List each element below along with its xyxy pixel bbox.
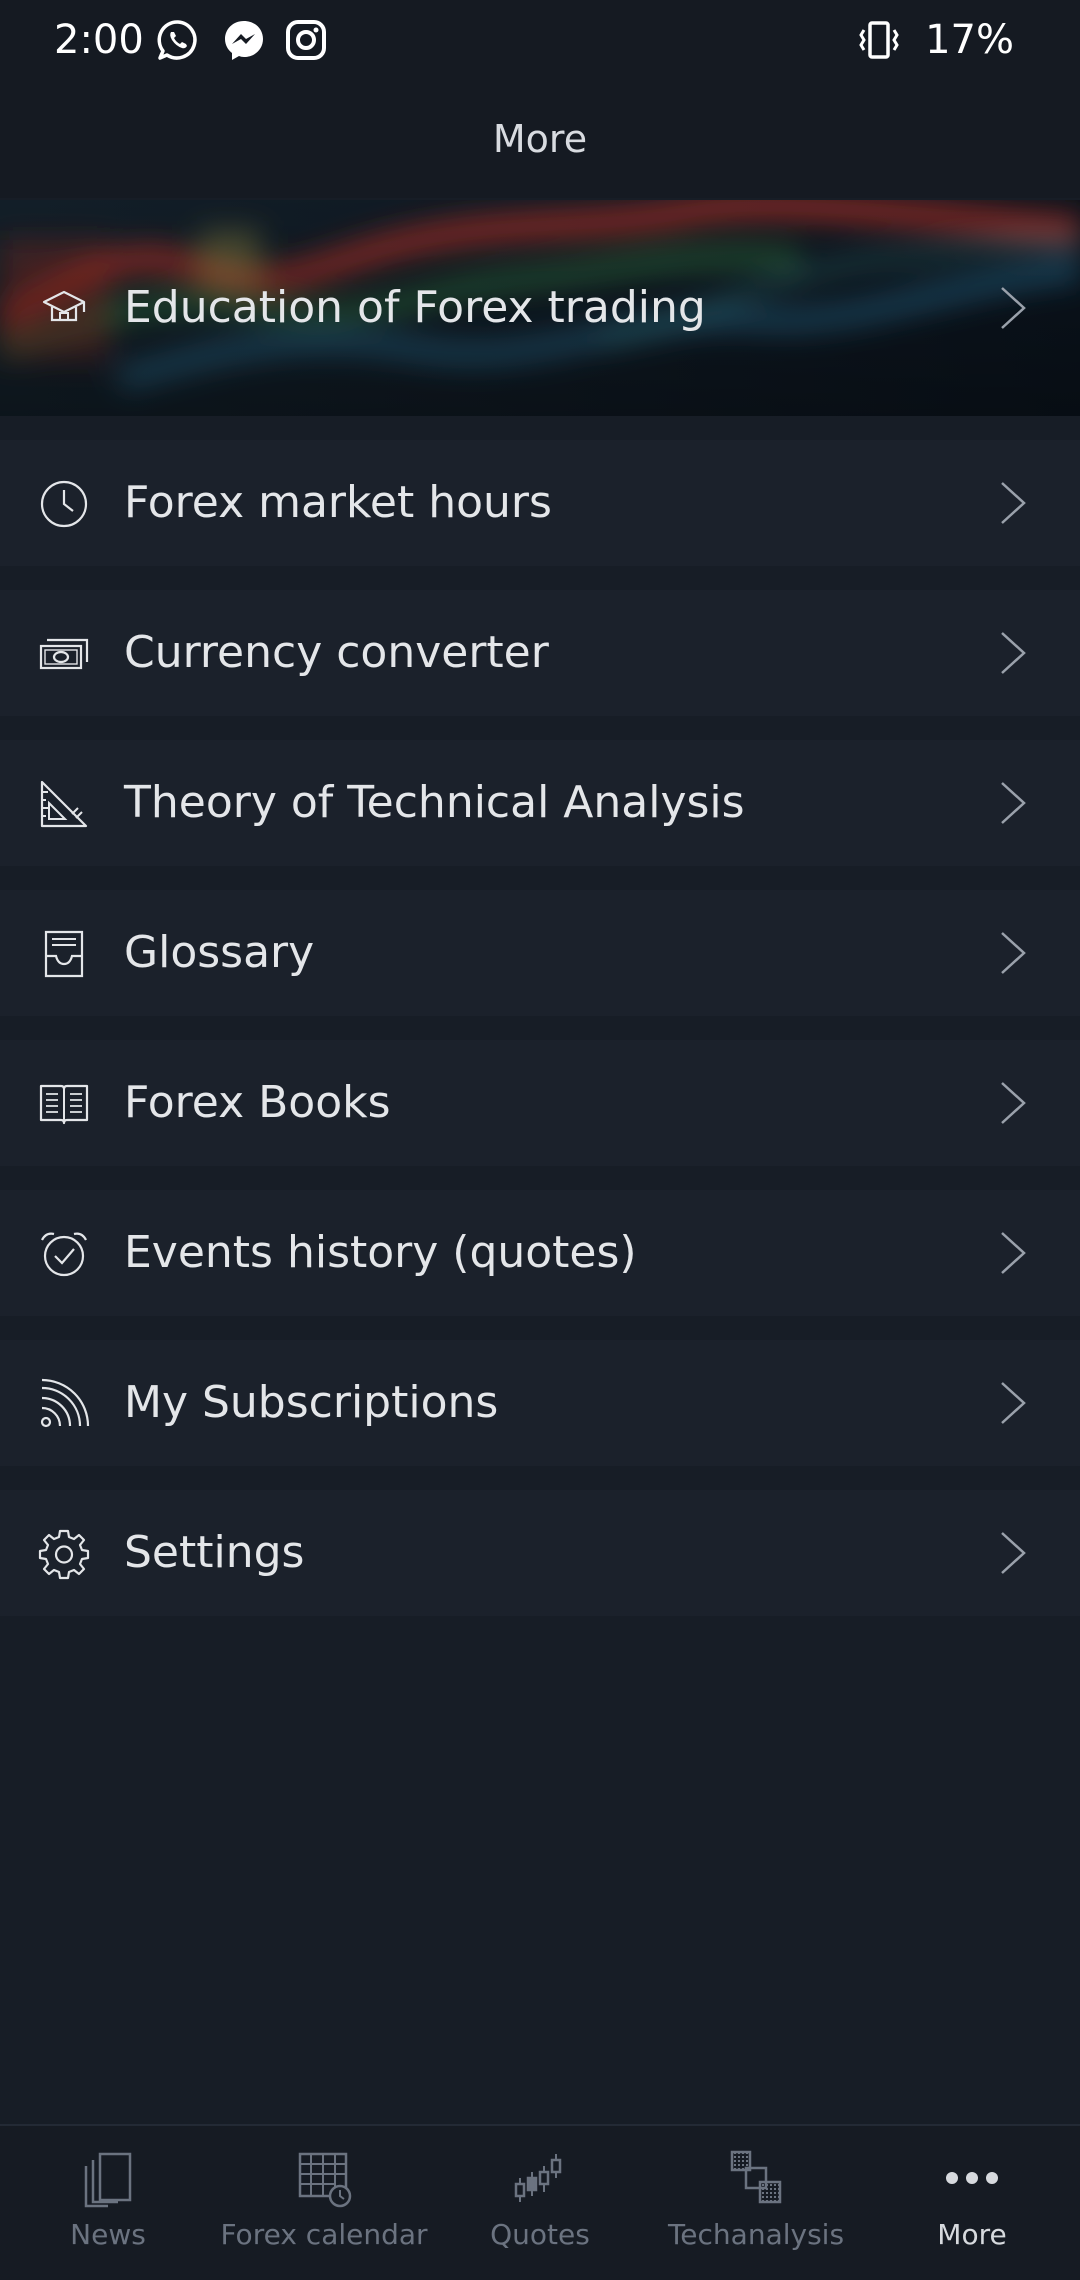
- news-pages-icon: [84, 2152, 132, 2208]
- nav-tab-news[interactable]: News: [0, 2126, 216, 2280]
- chevron-right-icon: [1001, 1082, 1026, 1124]
- chevron-right-icon: [1001, 482, 1026, 524]
- status-right: 17%: [857, 14, 1014, 66]
- nav-tab-more[interactable]: More: [864, 2126, 1080, 2280]
- app-header: More: [0, 80, 1080, 198]
- menu-item-label: Events history (quotes): [124, 1227, 637, 1278]
- chevron-right-icon: [1001, 287, 1026, 329]
- nav-label: Techanalysis: [667, 2218, 845, 2251]
- menu-item-label: Settings: [124, 1527, 305, 1578]
- chevron-right-icon: [1001, 1382, 1026, 1424]
- menu-item-label: Education of Forex trading: [124, 282, 706, 333]
- menu-item-label: Forex market hours: [124, 477, 552, 528]
- menu-item-glossary[interactable]: Glossary: [0, 890, 1080, 1016]
- nav-label: Forex calendar: [220, 2218, 428, 2251]
- vibrate-icon: [859, 21, 899, 59]
- clock-icon: [40, 480, 88, 528]
- menu-item-my-subscriptions[interactable]: My Subscriptions: [0, 1340, 1080, 1466]
- nav-label: More: [937, 2218, 1007, 2251]
- alarm-clock-icon: [41, 1232, 87, 1277]
- menu-item-forex-books[interactable]: Forex Books: [0, 1040, 1080, 1166]
- banknote-icon: [39, 638, 89, 670]
- graduation-cap-icon: [42, 290, 86, 322]
- instagram-icon: [286, 20, 326, 60]
- menu-item-label: My Subscriptions: [124, 1377, 499, 1428]
- candlestick-icon: [514, 2154, 562, 2202]
- chevron-right-icon: [1001, 932, 1026, 974]
- set-square-icon: [40, 780, 88, 828]
- chevron-right-icon: [1001, 1232, 1026, 1274]
- nav-label: Quotes: [490, 2218, 590, 2251]
- menu-item-currency-converter[interactable]: Currency converter: [0, 590, 1080, 716]
- menu-item-label: Theory of Technical Analysis: [124, 777, 745, 828]
- rss-feed-icon: [40, 1378, 90, 1428]
- nav-tab-techanalysis[interactable]: Techanalysis: [648, 2126, 864, 2280]
- messenger-icon: [225, 21, 263, 60]
- bottom-navigation: News Forex calendar Quotes Techanalysis …: [0, 2124, 1080, 2280]
- open-book-icon: [39, 1084, 89, 1125]
- nav-label: News: [70, 2218, 146, 2251]
- gear-icon: [38, 1529, 90, 1580]
- page-title: More: [492, 117, 588, 161]
- menu-item-label: Forex Books: [124, 1077, 391, 1128]
- menu-item-forex-market-hours[interactable]: Forex market hours: [0, 440, 1080, 566]
- more-dots-icon: [946, 2172, 998, 2184]
- menu-item-theory-technical-analysis[interactable]: Theory of Technical Analysis: [0, 740, 1080, 866]
- status-time: 2:00: [54, 17, 144, 63]
- menu-item-events-history[interactable]: Events history (quotes): [0, 1190, 1080, 1316]
- menu-item-education[interactable]: Education of Forex trading: [0, 200, 1080, 416]
- inbox-tray-icon: [44, 930, 84, 978]
- calendar-grid-icon: [298, 2152, 352, 2208]
- menu-item-settings[interactable]: Settings: [0, 1490, 1080, 1616]
- status-bar: 2:00 17%: [0, 0, 1080, 80]
- whatsapp-icon: [157, 20, 197, 60]
- battery-percentage: 17%: [925, 17, 1014, 63]
- chevron-right-icon: [1001, 632, 1026, 674]
- analysis-blocks-icon: [730, 2150, 782, 2204]
- nav-tab-quotes[interactable]: Quotes: [432, 2126, 648, 2280]
- nav-tab-forex-calendar[interactable]: Forex calendar: [216, 2126, 432, 2280]
- chevron-right-icon: [1001, 782, 1026, 824]
- menu-item-label: Glossary: [124, 927, 315, 978]
- menu-item-label: Currency converter: [124, 627, 549, 678]
- chevron-right-icon: [1001, 1532, 1026, 1574]
